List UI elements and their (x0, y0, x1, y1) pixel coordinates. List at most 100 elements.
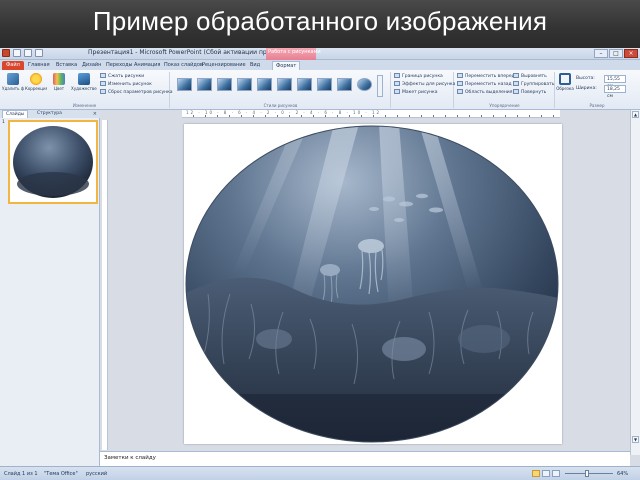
window-title: Презентация1 - Microsoft PowerPoint (Сбо… (88, 49, 292, 56)
group-button[interactable]: Группировать (513, 81, 554, 88)
reading-view-icon[interactable] (552, 470, 560, 477)
corrections-button[interactable]: Коррекция (25, 73, 47, 99)
slide-title: Пример обработанного изображения (92, 6, 548, 36)
artistic-effects-icon (78, 73, 90, 85)
window-controls: – □ × (594, 49, 638, 58)
picture-style-thumb[interactable] (257, 78, 272, 91)
notes-placeholder: Заметки к слайду (104, 455, 156, 461)
change-picture-icon (100, 81, 106, 86)
picture-border-button[interactable]: Граница рисунка (394, 73, 443, 80)
rotate-button[interactable]: Повернуть (513, 89, 546, 96)
tab-slides[interactable]: Слайды (2, 110, 29, 118)
tab-file[interactable]: Файл (2, 61, 24, 70)
sorter-view-icon[interactable] (542, 470, 550, 477)
app-menu-icon[interactable] (2, 49, 10, 57)
picture-layout-button[interactable]: Макет рисунка (394, 89, 438, 96)
send-backward-button[interactable]: Переместить назад (457, 81, 512, 88)
status-bar: Слайд 1 из 1 "Тема Office" русский 64% (0, 466, 640, 480)
save-icon[interactable] (13, 49, 21, 57)
crop-button[interactable]: Обрезка (556, 73, 574, 99)
tab-format[interactable]: Формат (272, 61, 301, 70)
panel-tabs: Слайды Структура × (0, 110, 100, 118)
slide-editor: 12 · 10 · 8 · 6 · 4 · 2 · 0 · 2 · 4 · 6 … (100, 110, 640, 466)
vertical-ruler (102, 120, 108, 450)
redo-icon[interactable] (35, 49, 43, 57)
color-button[interactable]: Цвет (48, 73, 70, 99)
language[interactable]: русский (86, 471, 107, 477)
group-label-size: Размер (589, 103, 605, 108)
selection-pane-button[interactable]: Область выделения (457, 89, 512, 96)
reset-picture-button[interactable]: Сброс параметров рисунка (100, 89, 173, 96)
underwater-photo[interactable] (184, 124, 562, 444)
slides-panel: Слайды Структура × 1 (0, 110, 100, 466)
slide-info: Слайд 1 из 1 (4, 471, 38, 477)
border-icon (394, 73, 400, 78)
maximize-button[interactable]: □ (609, 49, 623, 58)
layout-icon (394, 89, 400, 94)
align-icon (513, 73, 519, 78)
group-label-adjust: Изменение (72, 103, 97, 108)
remove-background-icon (7, 73, 19, 85)
picture-style-thumb[interactable] (177, 78, 192, 91)
width-input[interactable]: 18,25 см (604, 85, 626, 99)
picture-effects-button[interactable]: Эффекты для рисунка (394, 81, 455, 88)
group-label-arrange: Упорядочение (489, 103, 520, 108)
slide-thumbnail-image (13, 126, 93, 198)
close-panel-icon[interactable]: × (93, 110, 97, 118)
minimize-button[interactable]: – (594, 49, 608, 58)
ribbon-group-picture-styles: Стили рисунков (171, 72, 391, 108)
slide-thumbnail[interactable] (8, 120, 98, 204)
rotate-icon (513, 89, 519, 94)
scroll-up-icon[interactable]: ▲ (632, 111, 639, 118)
artistic-effects-button[interactable]: Художественные эффекты (71, 73, 97, 99)
bring-forward-button[interactable]: Переместить вперед (457, 73, 515, 80)
width-label: Ширина: (576, 86, 597, 91)
send-backward-icon (457, 81, 463, 86)
ribbon-group-arrange: Переместить вперед Переместить назад Обл… (455, 72, 555, 108)
remove-background-button[interactable]: Удалить фон (2, 73, 24, 99)
scroll-down-icon[interactable]: ▼ (632, 436, 639, 443)
tab-home[interactable]: Главная (28, 61, 50, 70)
zoom-slider[interactable] (565, 473, 613, 474)
picture-style-thumb[interactable] (237, 78, 252, 91)
close-button[interactable]: × (624, 49, 638, 58)
tab-insert[interactable]: Вставка (56, 61, 77, 70)
powerpoint-window: Презентация1 - Microsoft PowerPoint (Сбо… (0, 48, 640, 480)
tab-design[interactable]: Дизайн (82, 61, 101, 70)
notes-pane[interactable]: Заметки к слайду (100, 451, 630, 466)
vertical-scrollbar[interactable]: ▲ ▼ (630, 110, 640, 455)
tab-review[interactable]: Рецензирование (202, 61, 246, 70)
tab-animations[interactable]: Анимация (134, 61, 160, 70)
zoom-level[interactable]: 64% (617, 471, 628, 477)
zoom-slider-handle[interactable] (585, 470, 589, 477)
compress-icon (100, 73, 106, 78)
undo-icon[interactable] (24, 49, 32, 57)
context-tab-label: Работа с рисунками (268, 49, 321, 55)
title-bar: Презентация1 - Microsoft PowerPoint (Сбо… (0, 48, 640, 60)
picture-style-thumb[interactable] (357, 78, 372, 91)
picture-style-thumb[interactable] (197, 78, 212, 91)
height-input[interactable]: 15,55 см (604, 75, 626, 89)
ribbon-group-size: Обрезка Высота: 15,55 см Ширина: 18,25 с… (556, 72, 638, 108)
picture-style-thumb[interactable] (337, 78, 352, 91)
crop-icon (559, 73, 571, 85)
ribbon-tabs: Файл Главная Вставка Дизайн Переходы Ани… (0, 60, 640, 70)
slide-number: 1 (2, 120, 5, 125)
tab-outline[interactable]: Структура (34, 110, 65, 118)
picture-style-thumb[interactable] (277, 78, 292, 91)
ribbon-group-adjust: Удалить фон Коррекция Цвет Художественны… (0, 72, 173, 108)
tab-slideshow[interactable]: Показ слайдов (164, 61, 203, 70)
group-icon (513, 81, 519, 86)
align-button[interactable]: Выровнять (513, 73, 547, 80)
picture-style-thumb[interactable] (217, 78, 232, 91)
change-picture-button[interactable]: Изменить рисунок (100, 81, 152, 88)
tab-transitions[interactable]: Переходы (106, 61, 133, 70)
effects-icon (394, 81, 400, 86)
slide-canvas[interactable] (184, 124, 562, 444)
tab-view[interactable]: Вид (250, 61, 260, 70)
normal-view-icon[interactable] (532, 470, 540, 477)
style-gallery-scroll[interactable] (377, 75, 383, 97)
compress-pictures-button[interactable]: Сжать рисунки (100, 73, 144, 80)
picture-style-thumb[interactable] (317, 78, 332, 91)
picture-style-thumb[interactable] (297, 78, 312, 91)
